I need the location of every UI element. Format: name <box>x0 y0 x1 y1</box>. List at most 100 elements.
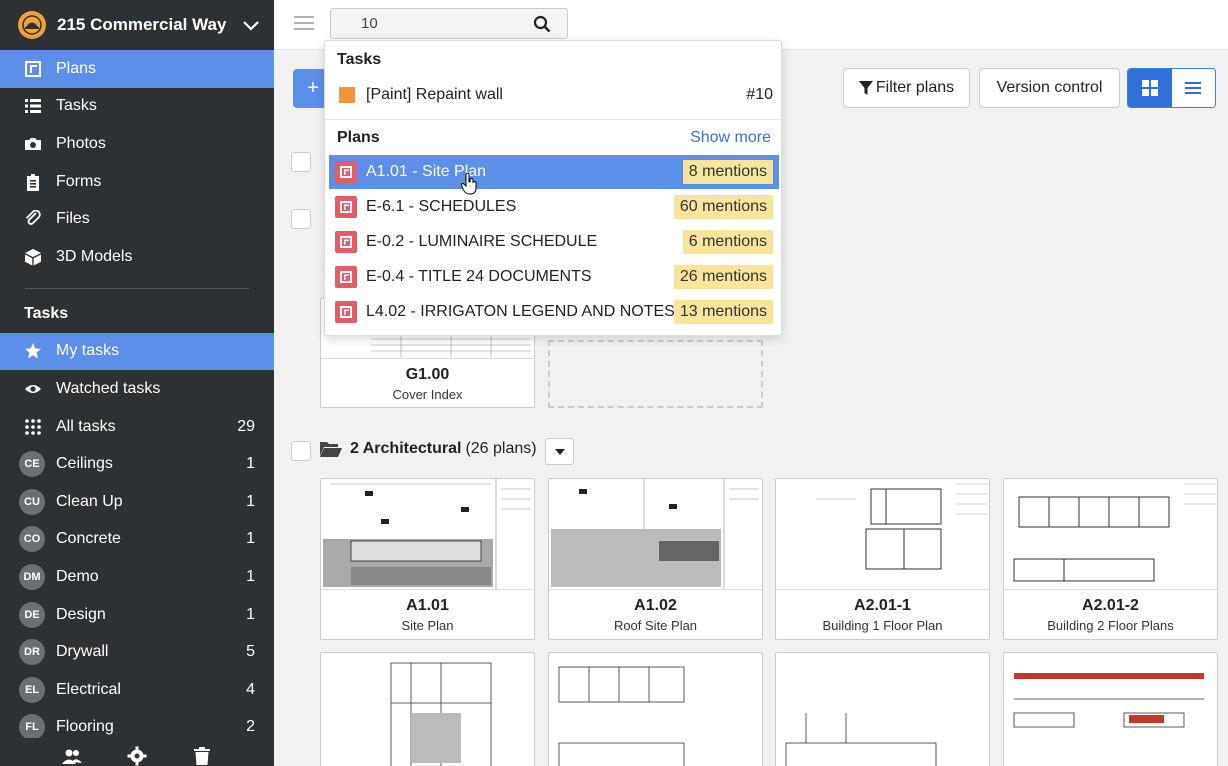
hand-cursor-icon <box>461 173 477 195</box>
trash-icon[interactable] <box>192 746 212 766</box>
plan-result-e-0-2[interactable]: E-0.2 - LUMINAIRE SCHEDULE 6 mentions <box>329 225 779 259</box>
plan-card[interactable] <box>320 652 535 766</box>
popup-tasks-header: Tasks <box>337 51 382 68</box>
sidebar-item-3d-models[interactable]: 3D Models <box>0 238 274 276</box>
group-title[interactable]: 2 Architectural (26 plans) <box>320 440 537 458</box>
plan-card-a2-01-2[interactable]: A2.01-2 Building 2 Floor Plans <box>1003 478 1218 640</box>
grid-view-button[interactable] <box>1128 69 1172 107</box>
sidebar-item-all-tasks[interactable]: All tasks 29 <box>0 408 274 446</box>
group-checkbox[interactable] <box>291 152 311 172</box>
plan-card-a1-01[interactable]: A1.01 Site Plan <box>320 478 535 640</box>
plan-icon <box>335 196 357 218</box>
sidebar-item-label: Forms <box>56 172 102 190</box>
users-icon[interactable] <box>62 746 83 766</box>
sidebar-category-concrete[interactable]: CO Concrete 1 <box>0 521 274 559</box>
plan-card[interactable] <box>1003 652 1218 766</box>
sidebar-item-label: My tasks <box>56 342 120 360</box>
plan-code: A1.01 <box>406 597 449 614</box>
sidebar-item-my-tasks[interactable]: My tasks <box>0 332 274 371</box>
grid-icon <box>24 418 42 436</box>
star-icon <box>24 342 42 360</box>
search-input[interactable] <box>331 9 521 38</box>
category-label: Flooring <box>56 718 114 736</box>
sidebar-category-clean-up[interactable]: CU Clean Up 1 <box>0 483 274 521</box>
category-label: Drywall <box>56 643 109 661</box>
filter-icon <box>858 81 873 95</box>
category-badge: DR <box>19 639 45 666</box>
version-control-button[interactable]: Version control <box>979 68 1120 108</box>
grid-view-icon <box>1141 80 1158 96</box>
paint-category-swatch <box>339 87 355 103</box>
menu-icon[interactable] <box>294 16 314 32</box>
sidebar-category-drywall[interactable]: DR Drywall 5 <box>0 633 274 671</box>
category-count: 4 <box>246 680 255 698</box>
plan-icon <box>335 161 357 183</box>
gear-icon[interactable] <box>127 746 147 766</box>
plan-result-e-0-4[interactable]: E-0.4 - TITLE 24 DOCUMENTS 26 mentions <box>329 260 779 294</box>
category-badge: DM <box>19 563 45 590</box>
sidebar-item-label: Tasks <box>56 97 97 115</box>
sidebar-category-design[interactable]: DE Design 1 <box>0 596 274 634</box>
plan-card[interactable] <box>775 652 990 766</box>
mentions-badge: 26 mentions <box>673 265 773 289</box>
camera-icon <box>24 135 42 153</box>
filter-plans-button[interactable]: Filter plans <box>843 68 970 108</box>
group-dropdown-button[interactable] <box>545 438 574 465</box>
plan-name: Roof Site Plan <box>613 618 698 633</box>
plan-icon <box>335 266 357 288</box>
sidebar-item-files[interactable]: Files <box>0 200 274 238</box>
category-count: 1 <box>246 567 255 585</box>
search-box <box>330 8 568 39</box>
mentions-badge: 13 mentions <box>673 300 773 324</box>
search-icon[interactable] <box>533 15 551 33</box>
mentions-badge: 60 mentions <box>673 195 773 219</box>
plan-icon <box>335 231 357 253</box>
sidebar-item-tasks[interactable]: Tasks <box>0 88 274 126</box>
plan-result-label: E-0.2 - LUMINAIRE SCHEDULE <box>366 233 598 250</box>
filter-plans-label: Filter plans <box>875 79 955 96</box>
sidebar-category-electrical[interactable]: EL Electrical 4 <box>0 671 274 709</box>
search-results-popup: Tasks [Paint] Repaint wall #10 Plans Sho… <box>324 40 782 336</box>
plan-thumbnail <box>549 479 762 590</box>
plan-card[interactable] <box>548 652 763 766</box>
sidebar-item-photos[interactable]: Photos <box>0 125 274 163</box>
task-count: 29 <box>237 417 255 435</box>
chevron-down-icon[interactable] <box>240 14 262 36</box>
category-label: Design <box>56 605 106 623</box>
sidebar-item-watched-tasks[interactable]: Watched tasks <box>0 370 274 408</box>
add-plan-placeholder[interactable] <box>548 340 763 408</box>
project-switcher[interactable]: 215 Commercial Way <box>0 0 274 50</box>
plans-header-label: Plans <box>337 129 380 146</box>
plan-name: Building 2 Floor Plans <box>1047 618 1174 633</box>
mentions-badge: 8 mentions <box>682 160 773 184</box>
task-result[interactable]: [Paint] Repaint wall #10 <box>329 78 779 112</box>
sidebar-item-label: 3D Models <box>56 247 133 265</box>
plan-card-a1-02[interactable]: A1.02 Roof Site Plan <box>548 478 763 640</box>
caret-down-icon <box>554 448 565 455</box>
tasks-section-title: Tasks <box>24 304 69 322</box>
task-result-label: [Paint] Repaint wall <box>366 86 503 103</box>
list-view-button[interactable] <box>1171 69 1215 107</box>
sidebar-category-ceilings[interactable]: CE Ceilings 1 <box>0 445 274 483</box>
plan-code: G1.00 <box>405 366 450 383</box>
plan-code: A1.02 <box>634 597 677 614</box>
category-label: Demo <box>56 567 99 585</box>
sidebar-category-demo[interactable]: DM Demo 1 <box>0 558 274 596</box>
sidebar: 215 Commercial Way Plans Tasks Photos Fo… <box>0 0 274 766</box>
plan-name: Cover Index <box>392 387 463 402</box>
category-badge: CU <box>19 488 45 515</box>
show-more-link[interactable]: Show more <box>690 129 771 147</box>
plan-result-l4-02[interactable]: L4.02 - IRRIGATON LEGEND AND NOTES 13 me… <box>329 295 779 329</box>
category-count: 1 <box>246 492 255 510</box>
category-badge: CO <box>19 526 45 553</box>
eye-icon <box>24 380 42 398</box>
sidebar-item-plans[interactable]: Plans <box>0 50 274 88</box>
plan-thumbnail <box>776 479 989 590</box>
sidebar-item-label: All tasks <box>56 417 116 435</box>
plan-card-a2-01-1[interactable]: A2.01-1 Building 1 Floor Plan <box>775 478 990 640</box>
group-checkbox[interactable] <box>291 209 311 229</box>
sidebar-item-forms[interactable]: Forms <box>0 163 274 201</box>
group-checkbox[interactable] <box>291 441 311 461</box>
plan-result-a1-01[interactable]: A1.01 - Site Plan 8 mentions <box>329 155 779 189</box>
plan-result-e-6-1[interactable]: E-6.1 - SCHEDULES 60 mentions <box>329 190 779 224</box>
